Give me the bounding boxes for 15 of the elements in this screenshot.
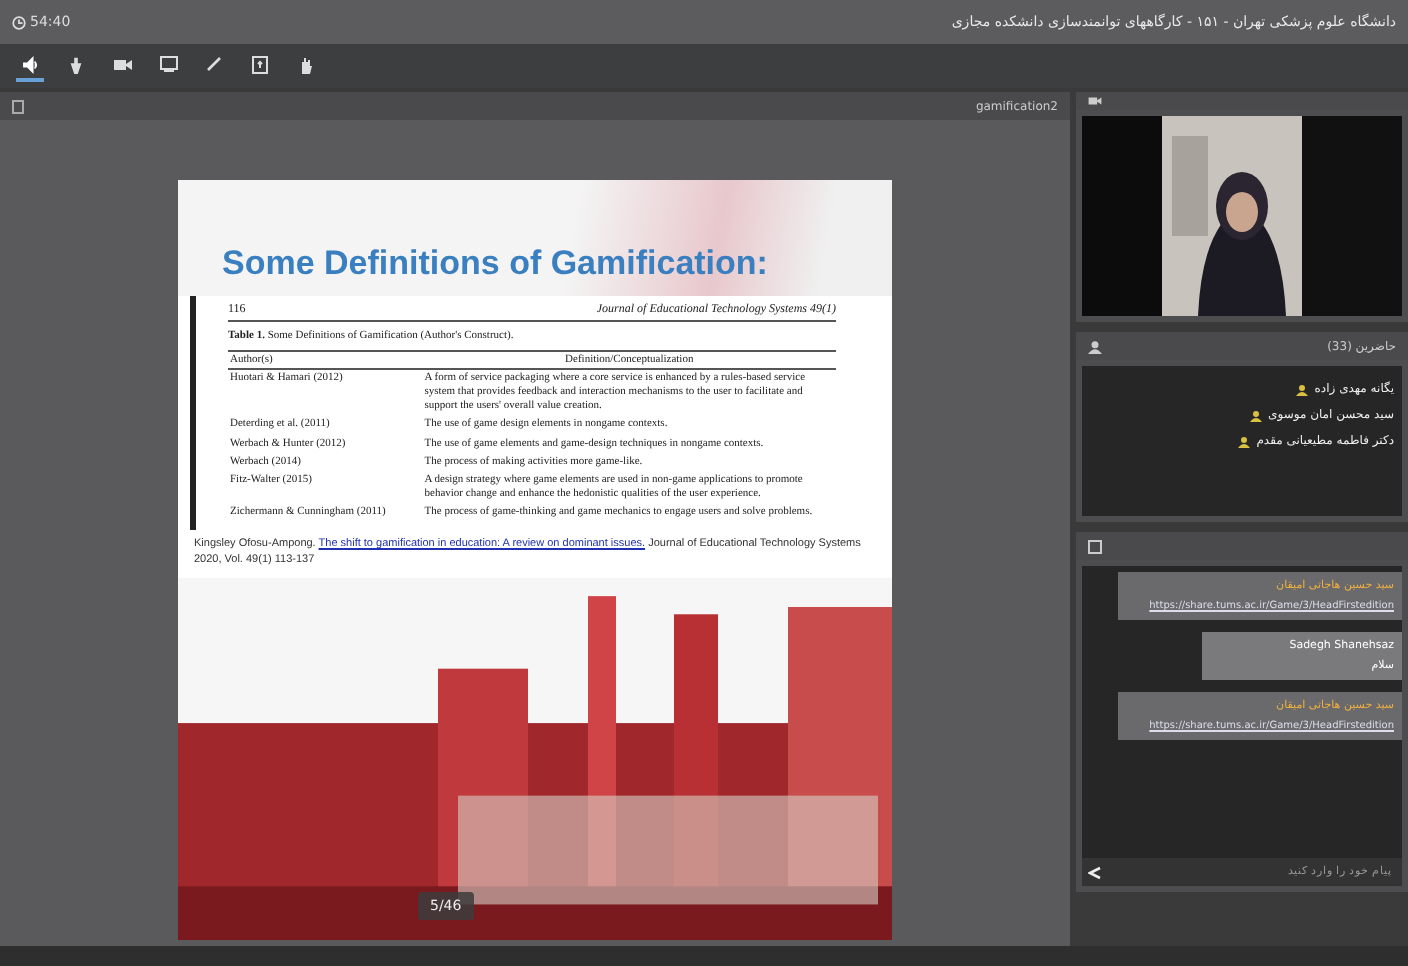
speaker-icon: [21, 55, 39, 73]
camera-icon: [113, 57, 131, 71]
user-icon: [1088, 339, 1102, 353]
screen-icon: [159, 56, 177, 72]
send-icon[interactable]: [1088, 865, 1102, 879]
toolbar-button[interactable]: [16, 50, 44, 82]
clock-icon: [12, 15, 26, 29]
user-icon: [1250, 409, 1263, 421]
hand-icon: [298, 55, 314, 73]
camera-icon: [1088, 96, 1102, 106]
user-icon: [1296, 383, 1309, 395]
share-icon: [252, 55, 268, 73]
slide-heading: Some Definitions of Gamification:: [222, 244, 768, 284]
pen-icon: [206, 56, 222, 72]
user-icon: [1238, 435, 1251, 447]
